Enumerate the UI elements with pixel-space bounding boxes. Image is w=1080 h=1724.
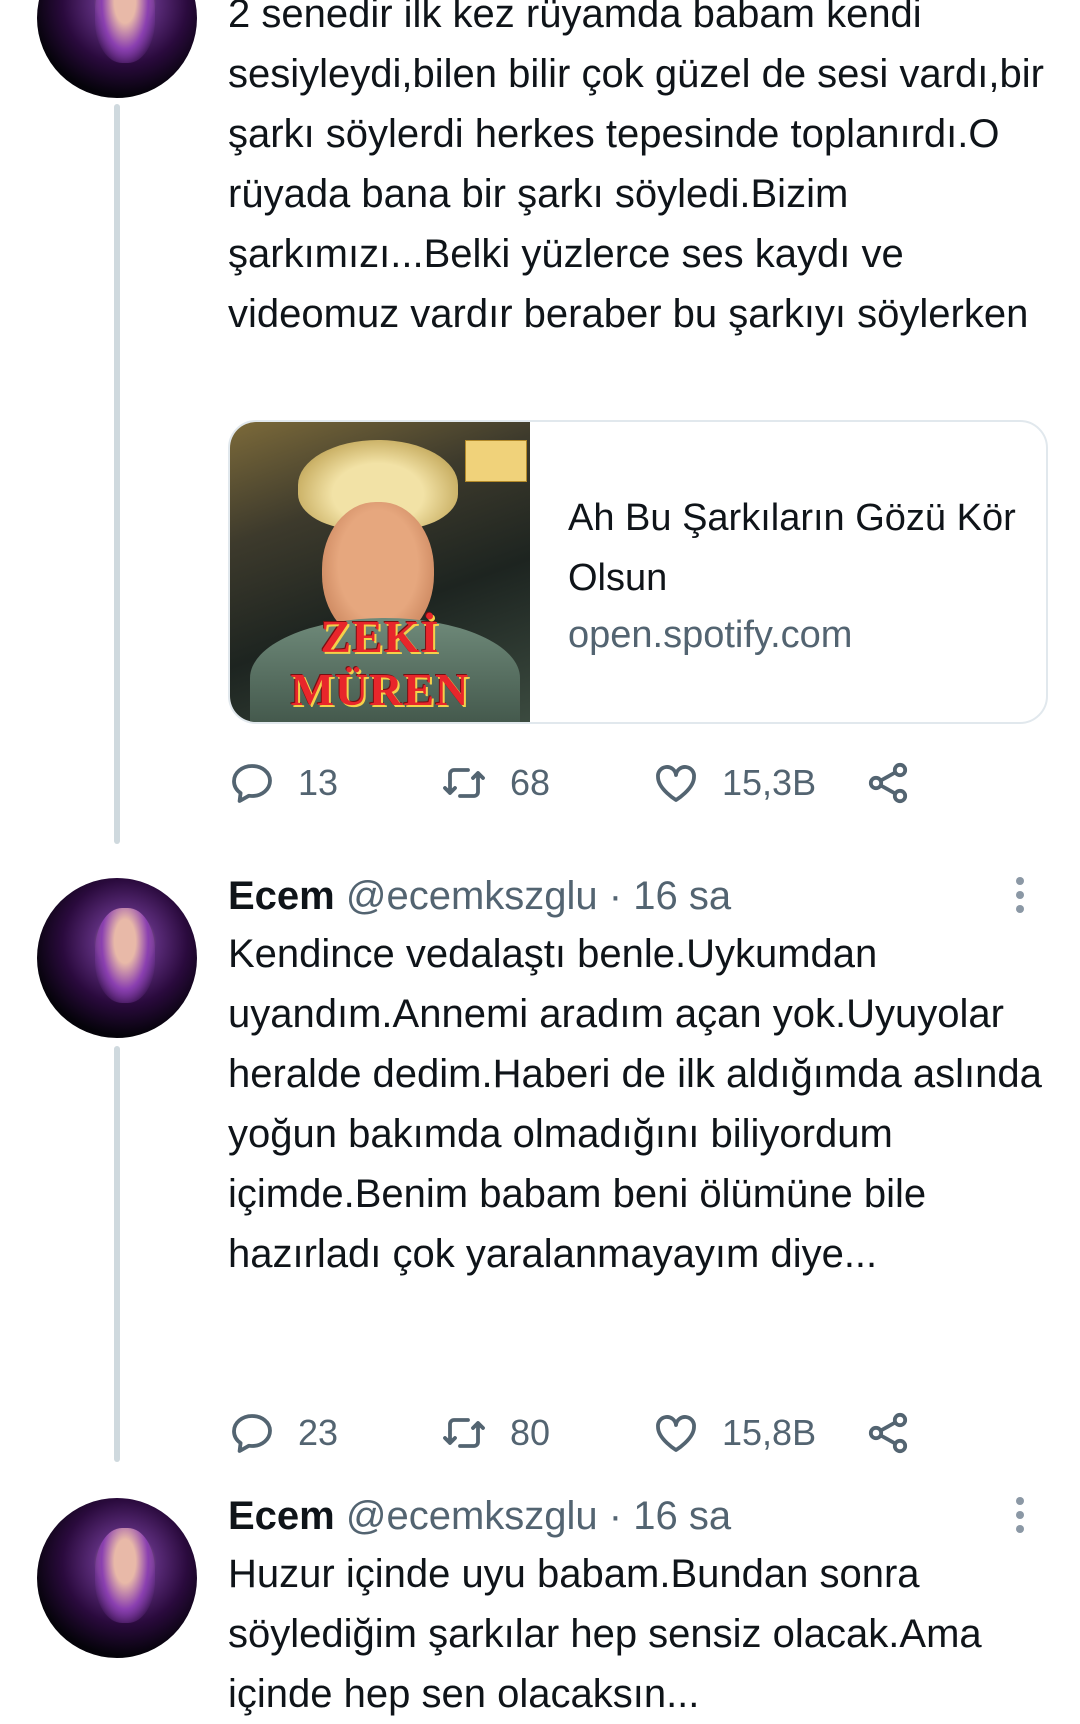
thread-line	[114, 1046, 120, 1462]
reply-button[interactable]: 13	[228, 753, 338, 813]
tweet-text: 2 senedir ilk kez rüyamda babam kendi se…	[228, 0, 1044, 336]
avatar[interactable]	[37, 0, 197, 98]
share-button[interactable]	[864, 753, 934, 813]
retweet-count: 68	[510, 762, 551, 803]
reply-count: 13	[298, 762, 339, 803]
share-button[interactable]	[864, 1403, 934, 1463]
tweet-header: Ecem @ecemkszglu · 16 sa	[228, 868, 731, 924]
album-tag-label	[465, 440, 527, 482]
tweet-2[interactable]: Ecem @ecemkszglu · 16 sa Kendince vedala…	[0, 850, 1080, 1470]
reply-icon	[232, 764, 272, 803]
card-title[interactable]: Ah Bu Şarkıların Gözü Kör Olsun	[568, 488, 1028, 608]
thread-line	[114, 104, 120, 844]
retweet-icon	[443, 768, 485, 798]
timestamp[interactable]: 16 sa	[633, 1494, 731, 1538]
tweet-3[interactable]: Ecem @ecemkszglu · 16 sa Huzur içinde uy…	[0, 1470, 1080, 1716]
tweet-text: Huzur içinde uyu babam.Bundan sonra söyl…	[228, 1552, 982, 1716]
share-icon	[868, 1412, 908, 1454]
tweet-text: Kendince vedalaştı benle.Uykumdan uyandı…	[228, 932, 1042, 1276]
share-icon	[868, 762, 908, 804]
album-artist-text: ZEKİ MÜREN	[290, 611, 470, 715]
avatar[interactable]	[37, 1498, 197, 1658]
like-count: 15,8B	[722, 1412, 817, 1453]
retweet-button[interactable]: 68	[440, 753, 550, 813]
display-name[interactable]: Ecem	[228, 1494, 335, 1538]
like-button[interactable]: 15,8B	[652, 1403, 816, 1463]
more-options-icon[interactable]	[1008, 1494, 1032, 1538]
retweet-count: 80	[510, 1412, 551, 1453]
user-handle[interactable]: @ecemkszglu	[346, 1494, 598, 1538]
like-button[interactable]: 15,3B	[652, 753, 816, 813]
link-card[interactable]: ZEKİ MÜREN Ah Bu Şarkıların Gözü Kör Ols…	[228, 420, 1048, 724]
action-bar: 23 80 15,8B	[228, 1403, 948, 1463]
reply-button[interactable]: 23	[228, 1403, 338, 1463]
reply-count: 23	[298, 1412, 339, 1453]
reply-icon	[232, 1414, 272, 1453]
tweet-header: Ecem @ecemkszglu · 16 sa	[228, 1488, 731, 1544]
like-icon	[656, 1415, 696, 1452]
retweet-button[interactable]: 80	[440, 1403, 550, 1463]
action-bar: 13 68 15,3B	[228, 753, 948, 813]
album-cover-image: ZEKİ MÜREN	[230, 422, 530, 722]
like-count: 15,3B	[722, 762, 817, 803]
retweet-icon	[443, 1418, 485, 1448]
separator: ·	[608, 874, 623, 918]
user-handle[interactable]: @ecemkszglu	[346, 874, 598, 918]
display-name[interactable]: Ecem	[228, 874, 335, 918]
separator: ·	[608, 1494, 623, 1538]
avatar[interactable]	[37, 878, 197, 1038]
timestamp[interactable]: 16 sa	[633, 874, 731, 918]
like-icon	[656, 765, 696, 802]
tweet-1[interactable]: 2 senedir ilk kez rüyamda babam kendi se…	[0, 0, 1080, 850]
more-options-icon[interactable]	[1008, 874, 1032, 918]
card-domain: open.spotify.com	[568, 614, 853, 656]
